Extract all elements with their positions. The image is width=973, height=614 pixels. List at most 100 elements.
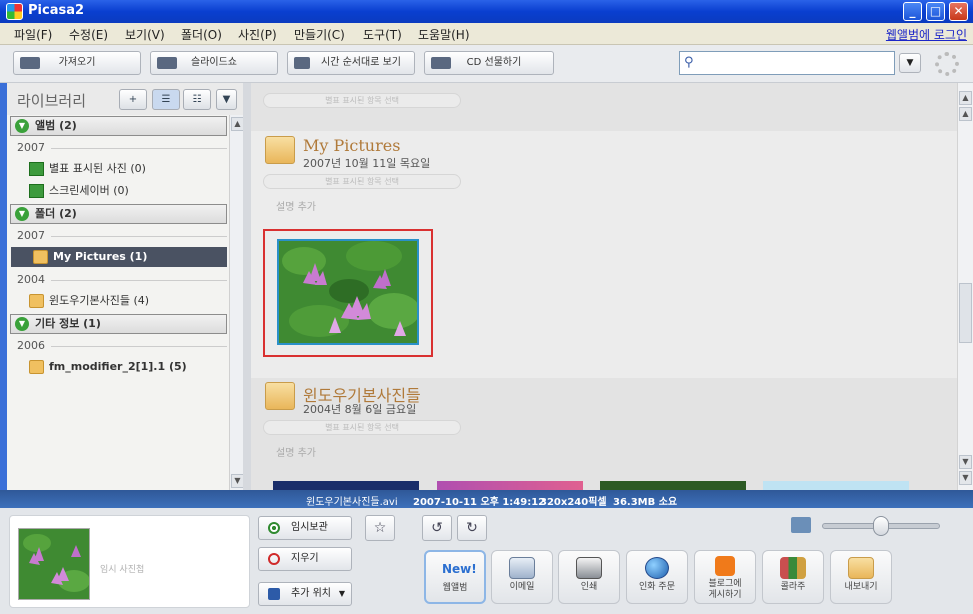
menu-create[interactable]: 만들기(C)	[294, 26, 345, 43]
menu-help[interactable]: 도움말(H)	[418, 26, 470, 43]
photo-thumbnail[interactable]	[763, 481, 909, 490]
scroll-down-icon[interactable]: ▼	[959, 455, 972, 469]
rotate-left-button[interactable]: ↺	[422, 515, 452, 541]
export-button[interactable]: 내보내기	[830, 550, 892, 604]
menu-photo[interactable]: 사진(P)	[238, 26, 277, 43]
gift-cd-button[interactable]: CD 선물하기	[424, 51, 554, 75]
add-caption-link[interactable]: 설명 추가	[276, 444, 316, 459]
library-item-fm-modifier[interactable]: fm_modifier_2[1].1 (5)	[29, 357, 225, 377]
selected-photo-frame[interactable]	[263, 229, 433, 357]
timeline-button[interactable]: 시간 순서대로 보기	[287, 51, 415, 75]
timeline-label: 시간 순서대로 보기	[321, 57, 401, 68]
menu-edit[interactable]: 수정(E)	[69, 26, 108, 43]
select-starred-button[interactable]: 별표 표시된 항목 선택	[263, 420, 461, 435]
action-label: 인쇄	[580, 582, 598, 592]
collage-button[interactable]: 콜라주	[762, 550, 824, 604]
panel-splitter[interactable]	[243, 83, 251, 490]
slideshow-icon	[157, 57, 177, 69]
import-button[interactable]: 가져오기	[13, 51, 141, 75]
menu-tools[interactable]: 도구(T)	[363, 26, 402, 43]
blogger-icon	[715, 556, 735, 576]
new-badge-icon: New!	[442, 562, 477, 576]
folder-band-windows-samples: 윈도우기본사진들 2004년 8월 6일 금요일 별표 표시된 항목 선택 설명…	[251, 378, 957, 490]
library-tree: ▼ 앨범 (2) 2007 별표 표시된 사진 (0) 스크린세이버 (0) ▼…	[7, 115, 229, 490]
status-filename: 윈도우기본사진들.avi	[306, 497, 398, 508]
print-button[interactable]: 인쇄	[558, 550, 620, 604]
search-options-button[interactable]: ▼	[899, 53, 921, 73]
library-item-screensaver[interactable]: 스크린세이버 (0)	[29, 181, 225, 201]
email-icon	[509, 557, 535, 579]
menu-folder[interactable]: 폴더(O)	[181, 26, 222, 43]
library-menu-button[interactable]: ▼	[216, 89, 237, 110]
library-scrollbar[interactable]: ▲ ▼	[229, 115, 244, 490]
library-item-my-pictures[interactable]: My Pictures (1)	[11, 247, 227, 267]
slideshow-button[interactable]: 슬라이드쇼	[150, 51, 278, 75]
clear-button[interactable]: 지우기	[258, 547, 352, 571]
browser-scrollbar[interactable]: ▲ ▲ ▼ ▼	[957, 83, 973, 490]
tree-view-button[interactable]: ☷	[183, 89, 211, 110]
list-view-button[interactable]: ☰	[152, 89, 180, 110]
action-label: 내보내기	[844, 582, 878, 592]
collapse-icon: ▼	[15, 207, 29, 221]
folder-icon	[29, 360, 44, 374]
status-dimensions: 320x240픽셀	[540, 497, 607, 508]
section-folders[interactable]: ▼ 폴더 (2)	[10, 204, 227, 224]
library-header: 라이브러리 + ☰ ☷ ▼	[7, 83, 243, 115]
photo-thumbnail[interactable]	[437, 481, 583, 490]
minimize-button[interactable]: _	[903, 2, 922, 21]
hold-button[interactable]: 임시보관	[258, 516, 352, 540]
year-label: 2007	[17, 141, 45, 154]
section-albums-label: 앨범	[35, 119, 56, 132]
folder-icon	[33, 250, 48, 264]
blog-post-button[interactable]: 블로그에 게시하기	[694, 550, 756, 604]
web-album-button[interactable]: New! 웹앨범	[424, 550, 486, 604]
folder-icon	[29, 294, 44, 308]
maximize-button[interactable]: □	[926, 2, 945, 21]
order-prints-button[interactable]: 인화 주문	[626, 550, 688, 604]
section-albums[interactable]: ▼ 앨범 (2)	[10, 116, 227, 136]
scroll-thumb[interactable]	[959, 283, 972, 343]
hold-icon	[268, 522, 280, 534]
scroll-down-icon[interactable]: ▼	[959, 471, 972, 485]
photo-thumbnail[interactable]	[277, 239, 419, 345]
rotate-left-icon: ↺	[431, 520, 443, 536]
scroll-up-icon[interactable]: ▲	[959, 107, 972, 121]
action-label: 이메일	[509, 582, 535, 592]
clear-label: 지우기	[291, 553, 319, 564]
tray-photo-thumbnail[interactable]	[18, 528, 90, 600]
menu-view[interactable]: 보기(V)	[125, 26, 165, 43]
section-other[interactable]: ▼ 기타 정보 (1)	[10, 314, 227, 334]
printer-icon	[576, 557, 602, 579]
library-item-windows-samples[interactable]: 윈도우기본사진들 (4)	[29, 291, 225, 311]
action-label: 웹앨범	[442, 583, 468, 593]
add-to-button[interactable]: 추가 위치 ▼	[258, 582, 352, 606]
email-button[interactable]: 이메일	[491, 550, 553, 604]
folder-icon	[265, 136, 295, 164]
add-caption-link[interactable]: 설명 추가	[276, 198, 316, 213]
year-label: 2006	[17, 339, 45, 352]
zoom-slider-handle[interactable]	[873, 516, 889, 536]
menu-file[interactable]: 파일(F)	[14, 26, 52, 43]
library-panel: 라이브러리 + ☰ ☷ ▼ ▼ 앨범 (2) 2007 별표 표시된 사진 (0…	[7, 83, 244, 490]
photo-thumbnail[interactable]	[600, 481, 746, 490]
section-other-count: (1)	[83, 317, 101, 330]
add-album-button[interactable]: +	[119, 89, 147, 110]
rotate-right-button[interactable]: ↻	[457, 515, 487, 541]
divider	[51, 148, 227, 149]
folder-title[interactable]: My Pictures	[303, 136, 400, 155]
picasa-logo-icon	[6, 3, 23, 20]
library-item-label: 윈도우기본사진들 (4)	[49, 294, 150, 307]
search-input[interactable]: ⚲	[679, 51, 895, 75]
photo-tray-area: 임시 사진첩 임시보관 지우기 추가 위치 ▼ ☆ ↺ ↻ New! 웹앨범 이…	[0, 508, 973, 614]
star-button[interactable]: ☆	[365, 515, 395, 541]
select-starred-button[interactable]: 별표 표시된 항목 선택	[263, 174, 461, 189]
web-album-login-link[interactable]: 웹앨범에 로그인	[886, 26, 967, 43]
library-item-starred[interactable]: 별표 표시된 사진 (0)	[29, 159, 225, 179]
select-starred-button[interactable]: 별표 표시된 항목 선택	[263, 93, 461, 108]
photo-thumbnail[interactable]	[273, 481, 419, 490]
close-button[interactable]: ✕	[949, 2, 968, 21]
year-label: 2004	[17, 273, 45, 286]
window-title: Picasa2	[28, 3, 85, 18]
scroll-up-icon[interactable]: ▲	[959, 91, 972, 105]
search-icon: ⚲	[684, 55, 694, 70]
